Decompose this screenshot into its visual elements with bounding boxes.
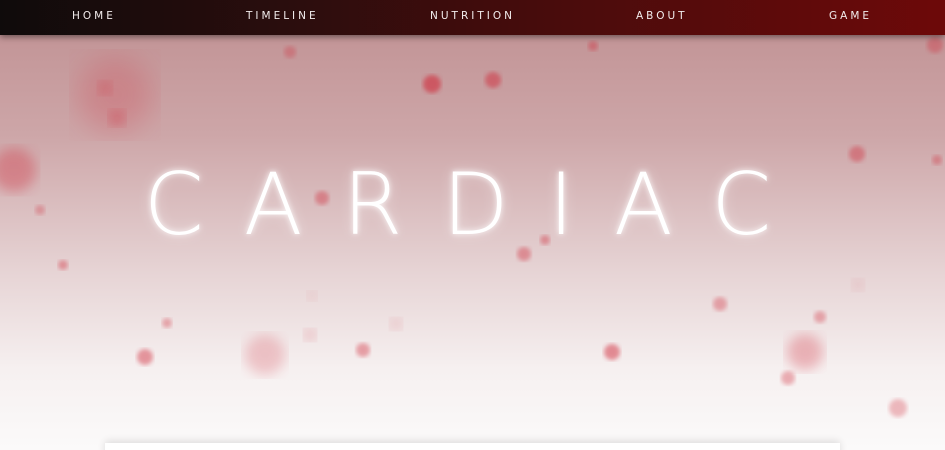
nav-game-link[interactable]: GAME <box>829 0 872 33</box>
nav-home-link[interactable]: HOME <box>72 0 116 33</box>
blood-cell-icon <box>98 81 112 95</box>
blood-cell-icon <box>304 329 316 341</box>
blood-cell-icon <box>245 335 285 375</box>
top-navigation-bar: HOME TIMELINE NUTRITION ABOUT GAME <box>0 0 945 35</box>
nav-about-link[interactable]: ABOUT <box>636 0 688 33</box>
blood-cell-icon <box>588 41 598 51</box>
blood-cell-icon <box>307 291 317 301</box>
blood-cell-icon <box>356 343 370 357</box>
blood-cell-icon <box>423 75 441 93</box>
blood-cell-icon <box>852 279 864 291</box>
blood-cell-icon <box>604 344 620 360</box>
blood-cell-icon <box>814 311 826 323</box>
hero-title: CARDIAC <box>143 155 812 255</box>
content-card-top-edge <box>105 443 840 450</box>
blood-cell-icon <box>889 399 907 417</box>
blood-cell-icon <box>849 146 865 162</box>
blood-cell-icon <box>713 297 727 311</box>
blood-cell-icon <box>787 334 823 370</box>
blood-cell-icon <box>485 72 501 88</box>
nav-timeline-link[interactable]: TIMELINE <box>246 0 319 33</box>
nav-nutrition-link[interactable]: NUTRITION <box>430 0 515 33</box>
blood-cell-icon <box>109 110 125 126</box>
blood-cell-icon <box>137 349 153 365</box>
blood-cell-icon <box>927 37 943 53</box>
blood-cell-icon <box>284 46 296 58</box>
blood-cell-icon <box>781 371 795 385</box>
blood-cell-icon <box>58 260 68 270</box>
blood-cell-icon <box>390 318 402 330</box>
blood-cell-icon <box>162 318 172 328</box>
